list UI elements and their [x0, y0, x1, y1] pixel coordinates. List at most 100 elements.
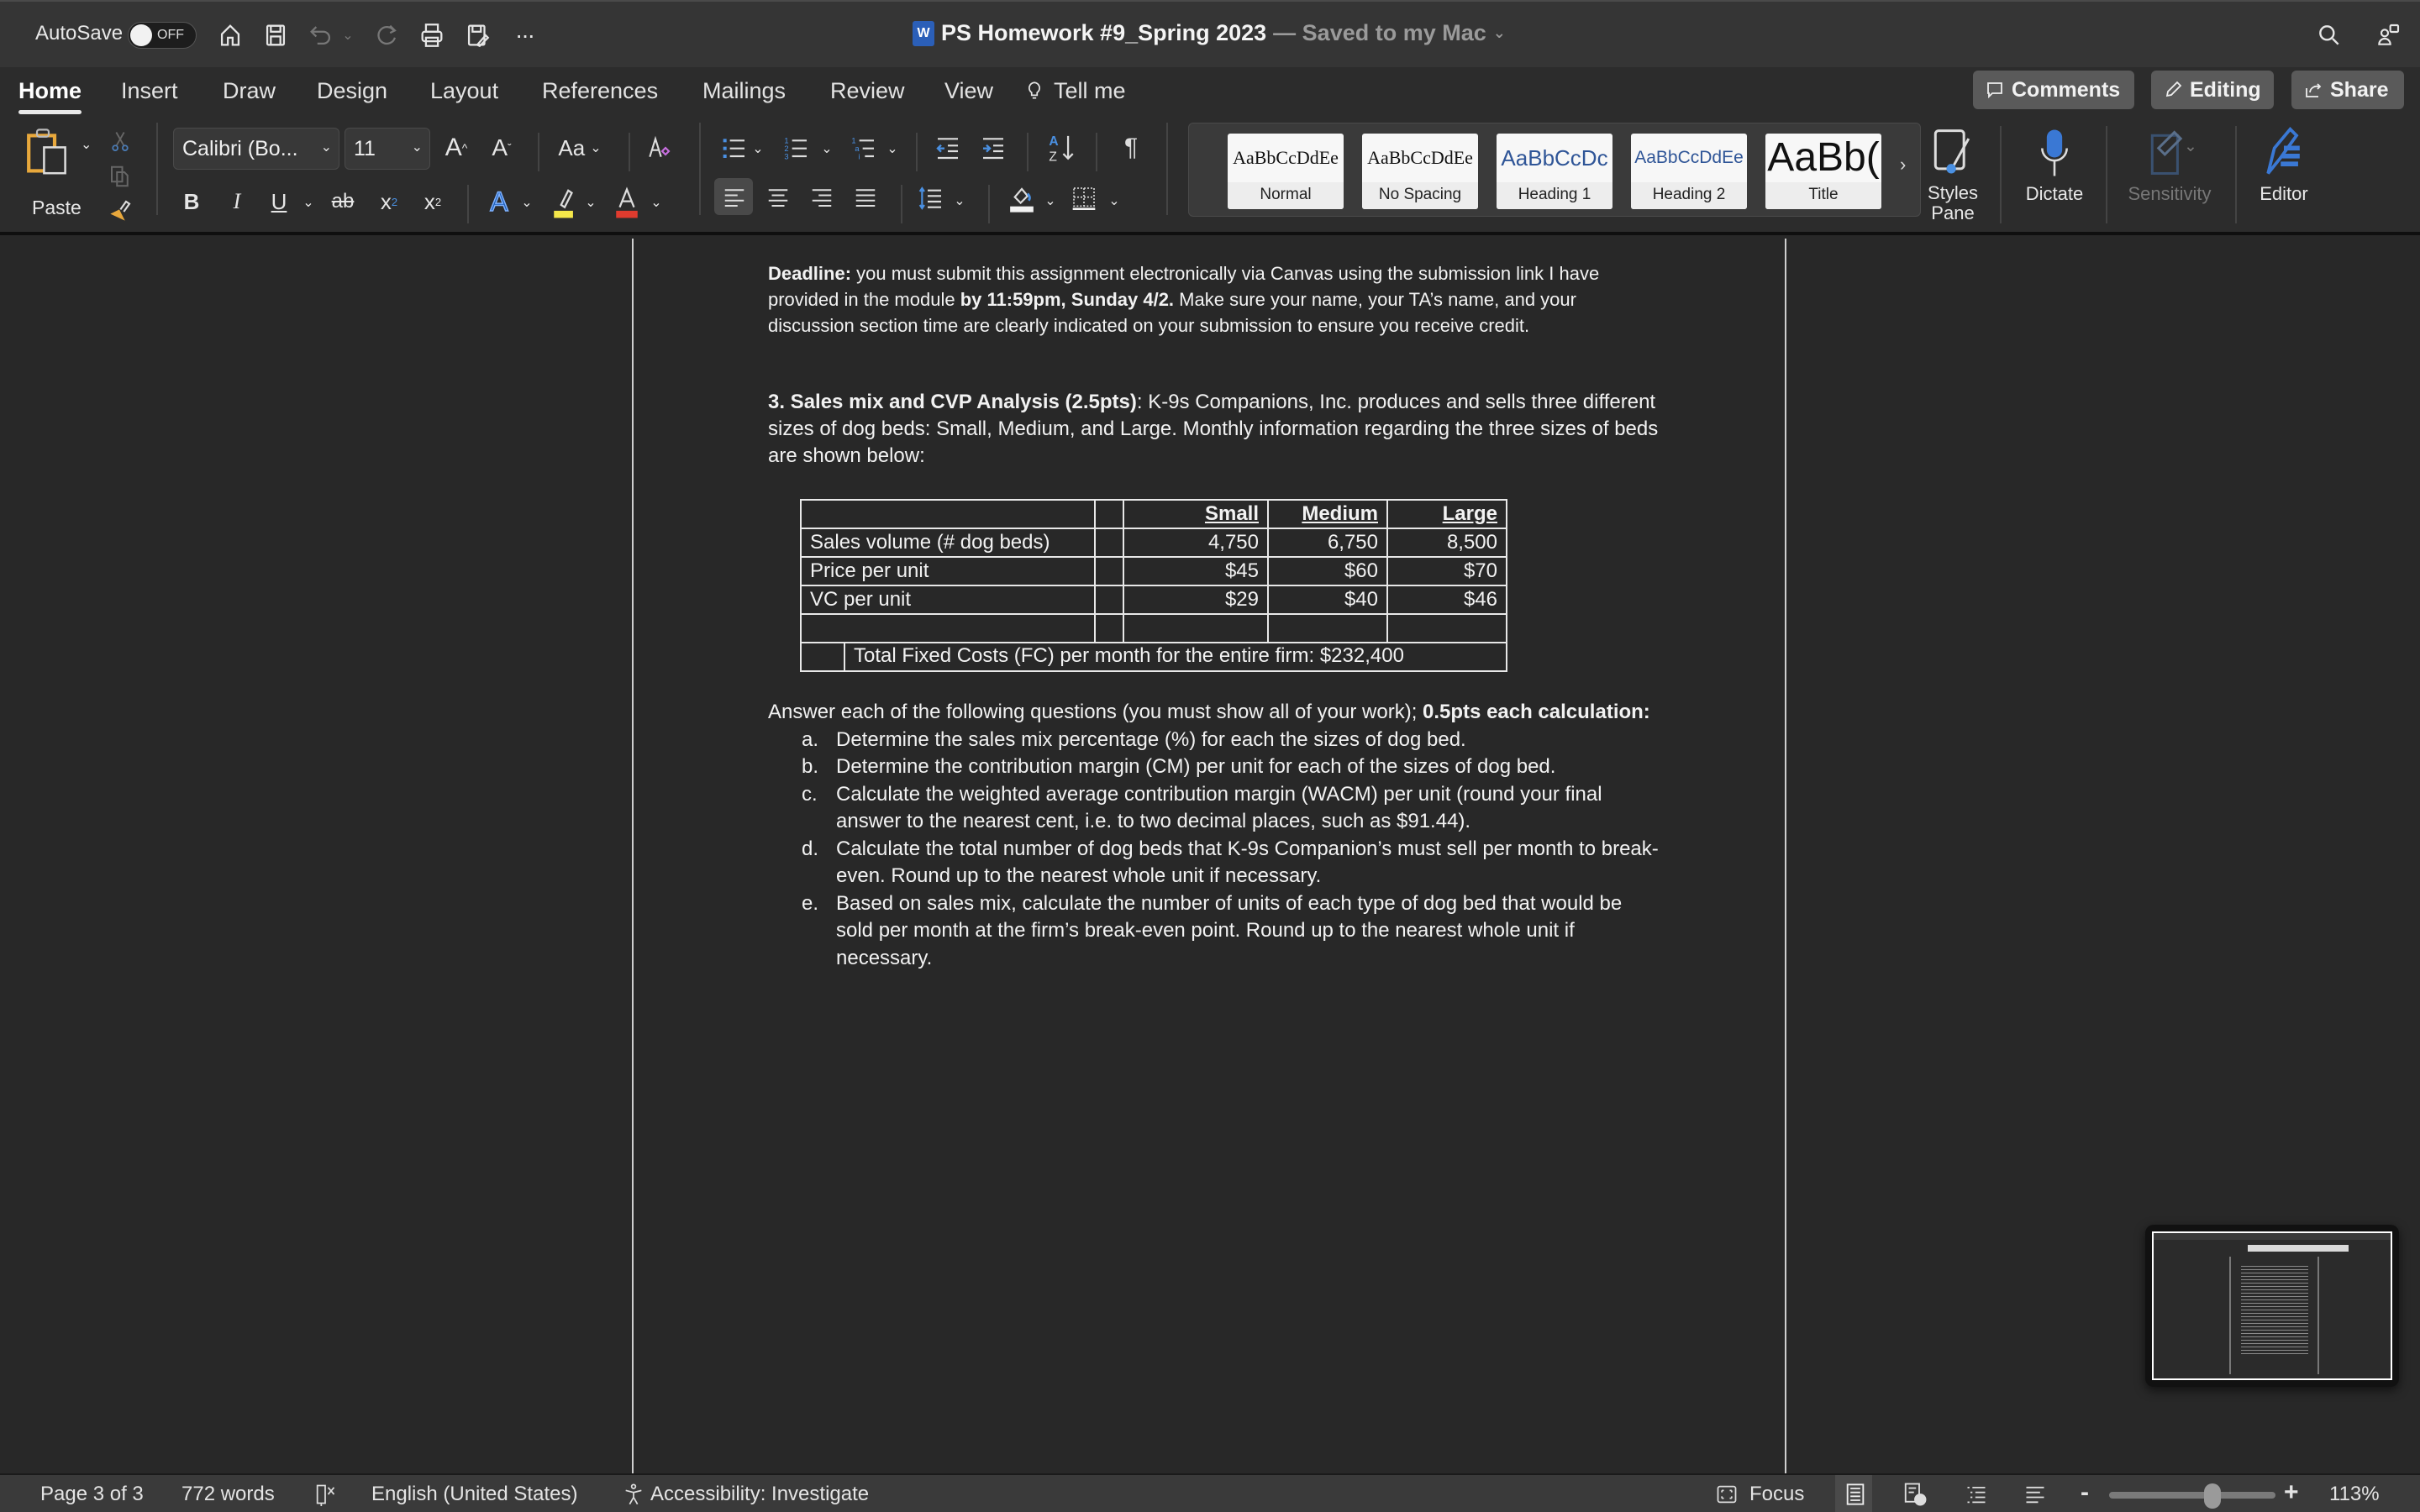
autosave-toggle[interactable]: OFF: [128, 22, 197, 49]
tab-review[interactable]: Review: [830, 74, 905, 108]
multilevel-list-icon[interactable]: 1ai: [849, 133, 879, 163]
font-color-chevron[interactable]: ⌄: [649, 190, 664, 215]
table-row: Sales volume (# dog beds) 4,750 6,750 8,…: [800, 528, 1507, 558]
show-formatting-marks-icon[interactable]: ¶: [1118, 131, 1144, 165]
editing-button[interactable]: Editing: [2151, 71, 2274, 109]
gallery-more-arrow[interactable]: ›: [1900, 154, 1906, 176]
word-count[interactable]: 772 words: [182, 1483, 275, 1506]
sensitivity-button[interactable]: ⌄ Sensitivity: [2119, 126, 2220, 205]
tab-draw[interactable]: Draw: [223, 74, 276, 108]
subscript-button[interactable]: x2: [375, 185, 403, 218]
font-color-icon[interactable]: [610, 183, 644, 222]
dictate-button[interactable]: Dictate: [2017, 126, 2092, 205]
bullets-icon[interactable]: [719, 133, 750, 163]
zoom-slider-thumb[interactable]: [2203, 1483, 2221, 1509]
tell-me[interactable]: Tell me: [1023, 74, 1126, 108]
style-normal[interactable]: AaBbCcDdEe Normal: [1228, 134, 1344, 209]
multilevel-list-chevron[interactable]: ⌄: [886, 138, 899, 160]
bold-button[interactable]: B: [180, 185, 203, 218]
document-body[interactable]: Deadline: you must submit this assignmen…: [768, 260, 1659, 470]
draft-view-icon[interactable]: [2023, 1482, 2047, 1512]
redo-icon[interactable]: [370, 18, 403, 52]
document-title[interactable]: W PS Homework #9_Spring 2023 — Saved to …: [913, 20, 1506, 46]
shading-chevron[interactable]: ⌄: [1044, 190, 1057, 212]
more-icon[interactable]: ···: [508, 18, 541, 52]
print-layout-view-icon[interactable]: [1844, 1482, 1867, 1512]
decrease-indent-icon[interactable]: [933, 133, 963, 163]
language[interactable]: English (United States): [371, 1483, 577, 1506]
style-title[interactable]: AaBb( Title: [1765, 134, 1881, 209]
accessibility-checker[interactable]: Accessibility: Investigate: [622, 1483, 869, 1506]
clear-formatting-icon[interactable]: [642, 129, 676, 166]
style-name: Normal: [1228, 182, 1344, 209]
align-left-icon[interactable]: [719, 183, 750, 212]
tab-mailings[interactable]: Mailings: [702, 74, 786, 108]
style-no-spacing[interactable]: AaBbCcDdEe No Spacing: [1362, 134, 1478, 209]
undo-dropdown-icon[interactable]: ⌄: [339, 18, 356, 52]
save-as-icon[interactable]: [460, 18, 494, 52]
home-icon[interactable]: [213, 18, 247, 52]
line-spacing-icon[interactable]: [916, 183, 946, 213]
focus-button[interactable]: Focus: [1714, 1483, 1804, 1506]
cut-icon[interactable]: [108, 126, 133, 156]
change-case-button[interactable]: Aa ⌄: [555, 131, 605, 165]
save-icon[interactable]: [259, 18, 292, 52]
copy-icon[interactable]: [106, 161, 134, 192]
grow-font-icon[interactable]: A ^: [442, 131, 471, 165]
justify-icon[interactable]: [850, 183, 881, 212]
screenshot-thumbnail[interactable]: [2145, 1225, 2399, 1387]
editor-button[interactable]: Editor: [2250, 126, 2317, 205]
undo-icon[interactable]: [304, 18, 338, 52]
numbering-icon[interactable]: 123: [781, 133, 812, 163]
print-icon[interactable]: [415, 18, 449, 52]
align-center-icon[interactable]: [763, 183, 793, 212]
zoom-level[interactable]: 113%: [2329, 1483, 2380, 1506]
highlight-color-icon[interactable]: [548, 183, 581, 222]
web-layout-view-icon[interactable]: [1902, 1482, 1928, 1512]
zoom-in-button[interactable]: +: [2284, 1478, 2299, 1507]
row-label: Sales volume (# dog beds): [800, 528, 1096, 558]
superscript-button[interactable]: x2: [418, 185, 447, 218]
borders-chevron[interactable]: ⌄: [1107, 190, 1121, 212]
bullets-chevron[interactable]: ⌄: [751, 138, 765, 160]
search-icon[interactable]: [2312, 18, 2346, 52]
text-effects-icon[interactable]: A: [484, 183, 514, 220]
sort-icon[interactable]: AZ: [1045, 129, 1079, 166]
paste-options-chevron[interactable]: ⌄: [81, 136, 92, 153]
italic-button[interactable]: I: [225, 185, 249, 218]
borders-icon[interactable]: [1067, 181, 1101, 215]
increase-indent-icon[interactable]: [978, 133, 1008, 163]
style-sample: AaBbCcDdEe: [1634, 148, 1744, 167]
zoom-slider[interactable]: [2109, 1492, 2275, 1499]
style-heading-2[interactable]: AaBbCcDdEe Heading 2: [1631, 134, 1747, 209]
font-size-select[interactable]: 11 ⌄: [345, 128, 430, 170]
page-count[interactable]: Page 3 of 3: [40, 1483, 144, 1506]
tab-insert[interactable]: Insert: [121, 74, 178, 108]
underline-button[interactable]: U: [267, 185, 291, 218]
document-canvas[interactable]: Deadline: you must submit this assignmen…: [0, 239, 2420, 1473]
zoom-out-button[interactable]: -: [2081, 1478, 2089, 1507]
styles-pane-button[interactable]: Styles Pane: [1923, 126, 1983, 223]
comments-button[interactable]: Comments: [1973, 71, 2134, 109]
text-effects-chevron[interactable]: ⌄: [519, 190, 534, 215]
tab-layout[interactable]: Layout: [430, 74, 498, 108]
strikethrough-button[interactable]: ab: [328, 185, 358, 218]
align-right-icon[interactable]: [807, 183, 837, 212]
outline-view-icon[interactable]: [1965, 1482, 1988, 1512]
font-name-select[interactable]: Calibri (Bo... ⌄: [173, 128, 339, 170]
tab-design[interactable]: Design: [317, 74, 387, 108]
underline-options-chevron[interactable]: ⌄: [301, 190, 316, 215]
proofing-icon[interactable]: [313, 1483, 338, 1512]
tab-view[interactable]: View: [944, 74, 993, 108]
tab-references[interactable]: References: [542, 74, 658, 108]
style-heading-1[interactable]: AaBbCcDc Heading 1: [1497, 134, 1612, 209]
share-people-icon[interactable]: [2371, 18, 2405, 52]
shrink-font-icon[interactable]: Aˇ: [487, 131, 516, 165]
line-spacing-chevron[interactable]: ⌄: [953, 190, 966, 212]
numbering-chevron[interactable]: ⌄: [820, 138, 834, 160]
format-painter-icon[interactable]: [104, 197, 134, 227]
tab-home[interactable]: Home: [18, 74, 82, 114]
shading-icon[interactable]: [1005, 181, 1039, 215]
highlight-color-chevron[interactable]: ⌄: [583, 190, 598, 215]
share-button[interactable]: Share: [2291, 71, 2404, 109]
